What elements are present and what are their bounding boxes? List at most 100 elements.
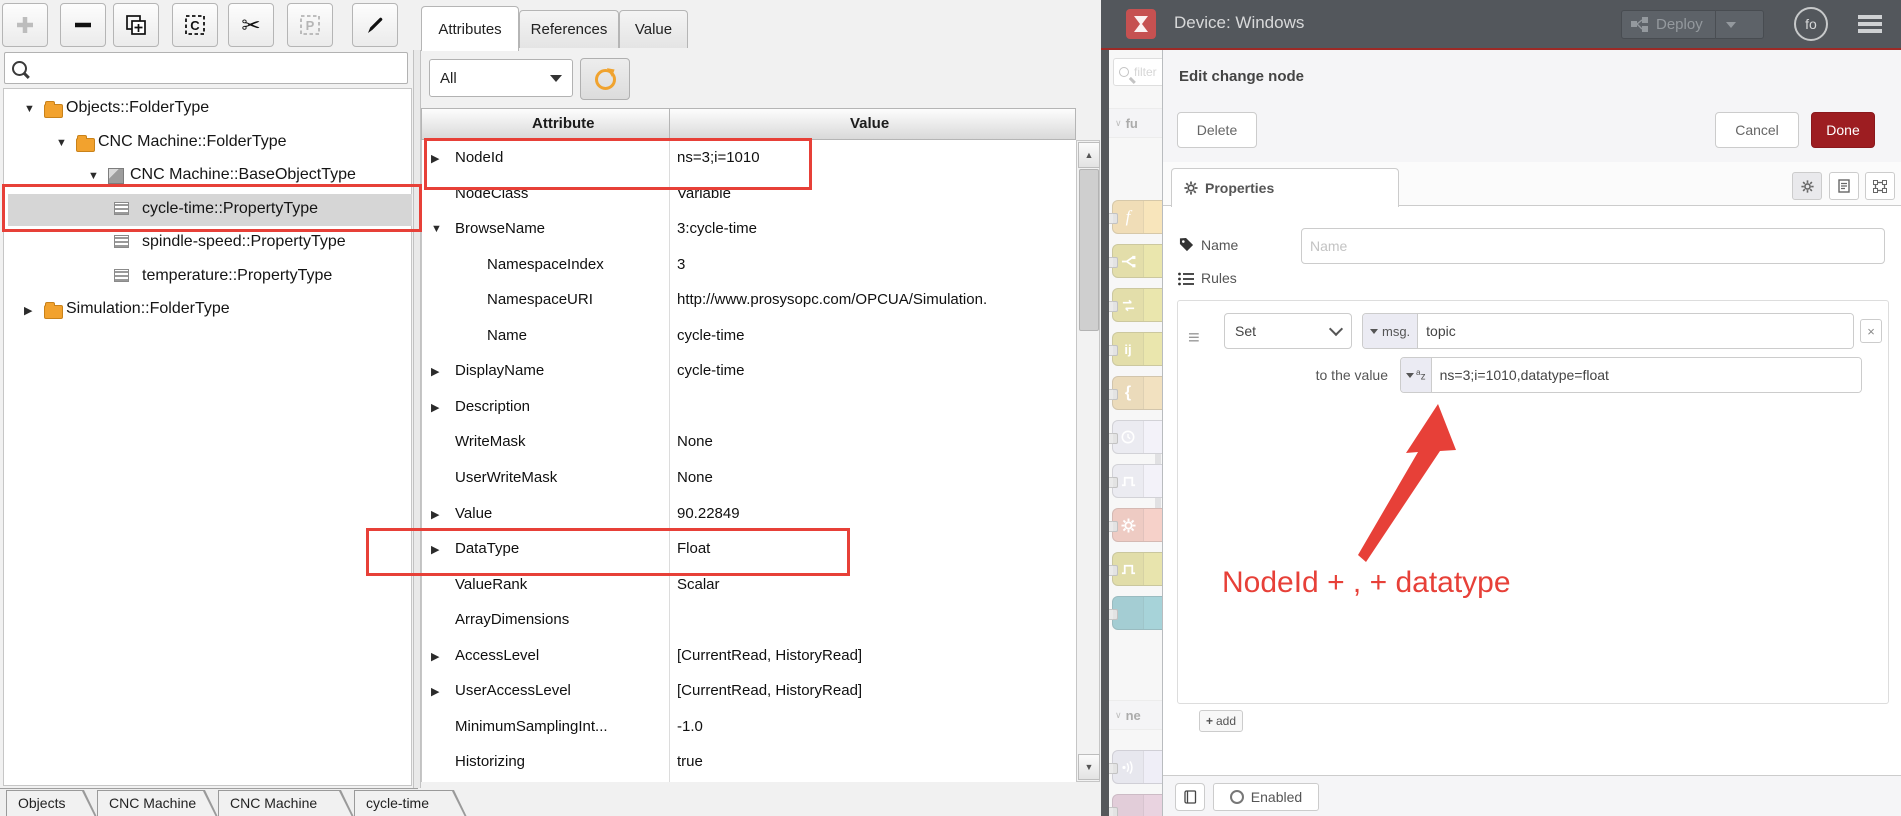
property-icon — [114, 235, 129, 248]
tree-item[interactable]: ▼ CNC Machine::BaseObjectType — [8, 160, 412, 192]
tree-expand-arrow[interactable]: ▶ — [24, 304, 32, 317]
table-row[interactable]: Name cycle-time — [422, 320, 1077, 355]
rule-property-input[interactable]: msg. — [1362, 313, 1854, 349]
rule-delete-button[interactable]: × — [1860, 319, 1882, 343]
bottom-tab-objects[interactable]: Objects — [6, 790, 97, 816]
table-row[interactable]: MinimumSamplingInt... -1.0 — [422, 711, 1077, 746]
tab-attributes[interactable]: Attributes — [421, 6, 519, 51]
attribute-value: [CurrentRead, HistoryRead] — [677, 682, 863, 700]
properties-icon-button[interactable] — [1792, 172, 1822, 200]
attribute-name: UserAccessLevel — [455, 682, 571, 700]
scroll-up-button[interactable]: ▲ — [1078, 142, 1100, 168]
tree-item[interactable]: ▼ Objects::FolderType — [8, 93, 412, 125]
chevron-down-icon[interactable] — [1725, 21, 1736, 28]
attribute-value: 3:cycle-time — [677, 220, 758, 238]
row-expand-arrow[interactable]: ▶ — [431, 152, 439, 165]
table-row[interactable]: ▶ NodeId ns=3;i=1010 — [422, 142, 1077, 177]
search-icon — [12, 60, 27, 76]
row-expand-arrow[interactable]: ▶ — [431, 365, 439, 378]
tree-item[interactable]: ▶ Simulation::FolderType — [8, 294, 412, 326]
tree-item[interactable]: spindle-speed::PropertyType — [8, 227, 412, 259]
done-button[interactable]: Done — [1811, 112, 1875, 148]
row-expand-arrow[interactable]: ▶ — [431, 401, 439, 414]
tree-expand-arrow[interactable]: ▼ — [88, 170, 99, 182]
table-row[interactable]: Historizing true — [422, 746, 1077, 781]
tree-search-input[interactable] — [33, 59, 407, 77]
rule-value-value[interactable] — [1431, 358, 1861, 392]
typed-input-type-button[interactable]: az — [1401, 358, 1432, 392]
table-row[interactable]: NodeClass Variable — [422, 178, 1077, 213]
row-expand-arrow[interactable]: ▶ — [431, 650, 439, 663]
description-icon-button[interactable] — [1829, 172, 1859, 200]
bottom-tab-cnc-machine[interactable]: CNC Machine — [97, 790, 218, 816]
cut-button[interactable]: ✂ — [228, 3, 274, 47]
table-row[interactable]: NamespaceIndex 3 — [422, 249, 1077, 284]
user-badge[interactable]: fo — [1794, 7, 1828, 41]
table-row[interactable]: NamespaceURI http://www.prosysopc.com/OPC… — [422, 284, 1077, 319]
table-row[interactable]: ▶ DataType Float — [422, 533, 1077, 568]
enabled-label: Enabled — [1250, 789, 1303, 805]
bottom-tab-cycle-time[interactable]: cycle-time — [354, 790, 467, 816]
document-icon — [1838, 179, 1850, 193]
table-row[interactable]: ▶ Description — [422, 391, 1077, 426]
tree-expand-arrow[interactable]: ▼ — [56, 137, 67, 149]
table-row[interactable]: ▶ AccessLevel [CurrentRead, HistoryRead] — [422, 640, 1077, 675]
tab-properties[interactable]: Properties — [1171, 168, 1399, 207]
workspace-title: Device: Windows — [1174, 13, 1305, 32]
delete-button[interactable]: Delete — [1177, 112, 1257, 148]
edit-button[interactable] — [352, 3, 398, 47]
tree-item[interactable]: cycle-time::PropertyType — [8, 193, 412, 226]
duplicate-button[interactable] — [113, 3, 159, 47]
row-expand-arrow[interactable]: ▶ — [431, 508, 439, 521]
scrollbar-thumb[interactable] — [1079, 169, 1099, 331]
table-row[interactable]: ▶ UserAccessLevel [CurrentRead, HistoryRea… — [422, 675, 1077, 710]
row-expand-arrow[interactable]: ▼ — [431, 223, 442, 235]
attribute-value: ns=3;i=1010 — [677, 149, 760, 166]
table-row[interactable]: ▶ DisplayName cycle-time — [422, 355, 1077, 390]
bottom-tab-label: Objects — [18, 795, 66, 811]
remove-button[interactable] — [60, 3, 106, 47]
table-row[interactable]: UserWriteMask None — [422, 462, 1077, 497]
menu-icon[interactable] — [1858, 15, 1882, 33]
tree-item[interactable]: ▼ CNC Machine::FolderType — [8, 127, 412, 159]
rule-action-select[interactable]: Set — [1224, 313, 1352, 349]
copy-button[interactable]: C — [172, 3, 218, 47]
attribute-column-header: Attribute — [532, 115, 595, 132]
attribute-value: true — [677, 753, 703, 771]
node-info-button[interactable] — [1175, 783, 1205, 811]
attribute-name: Historizing — [455, 753, 526, 771]
refresh-button[interactable] — [580, 58, 630, 100]
tag-icon — [1179, 237, 1194, 252]
scroll-down-button[interactable]: ▼ — [1078, 754, 1100, 780]
folder-icon — [44, 302, 63, 319]
paste-button[interactable]: P — [287, 3, 333, 47]
enabled-toggle[interactable]: Enabled — [1213, 783, 1319, 811]
tree-item[interactable]: temperature::PropertyType — [8, 261, 412, 293]
tab-references[interactable]: References — [519, 10, 619, 48]
tree-expand-arrow[interactable]: ▼ — [24, 103, 35, 115]
bottom-tab-cnc-machine[interactable]: CNC Machine — [218, 790, 354, 816]
rule-value-input[interactable]: az — [1400, 357, 1862, 393]
table-row[interactable]: ValueRank Scalar — [422, 569, 1077, 604]
add-button[interactable] — [2, 3, 48, 47]
attribute-filter-select[interactable]: All — [429, 59, 573, 97]
table-row[interactable]: ▼ BrowseName 3:cycle-time — [422, 213, 1077, 248]
row-expand-arrow[interactable]: ▶ — [431, 543, 439, 556]
rule-drag-handle[interactable]: ≡ — [1188, 327, 1200, 350]
attribute-table-scrollbar[interactable]: ▲ ▼ — [1076, 140, 1100, 782]
name-input[interactable] — [1301, 228, 1885, 264]
nodered-logo-icon — [1126, 9, 1156, 39]
panel-splitter[interactable] — [413, 50, 421, 788]
cancel-button[interactable]: Cancel — [1715, 112, 1799, 148]
appearance-icon-button[interactable] — [1865, 172, 1895, 200]
table-row[interactable]: WriteMask None — [422, 426, 1077, 461]
tab-value[interactable]: Value — [619, 10, 688, 48]
add-rule-button[interactable]: + add — [1199, 710, 1243, 732]
attribute-value: [CurrentRead, HistoryRead] — [677, 646, 863, 664]
rule-property-value[interactable] — [1418, 314, 1853, 348]
row-expand-arrow[interactable]: ▶ — [431, 685, 439, 698]
table-row[interactable]: ▶ Value 90.22849 — [422, 498, 1077, 533]
table-row[interactable]: ArrayDimensions — [422, 604, 1077, 639]
deploy-button[interactable]: Deploy — [1621, 10, 1764, 39]
typed-input-type-button[interactable]: msg. — [1363, 314, 1419, 348]
